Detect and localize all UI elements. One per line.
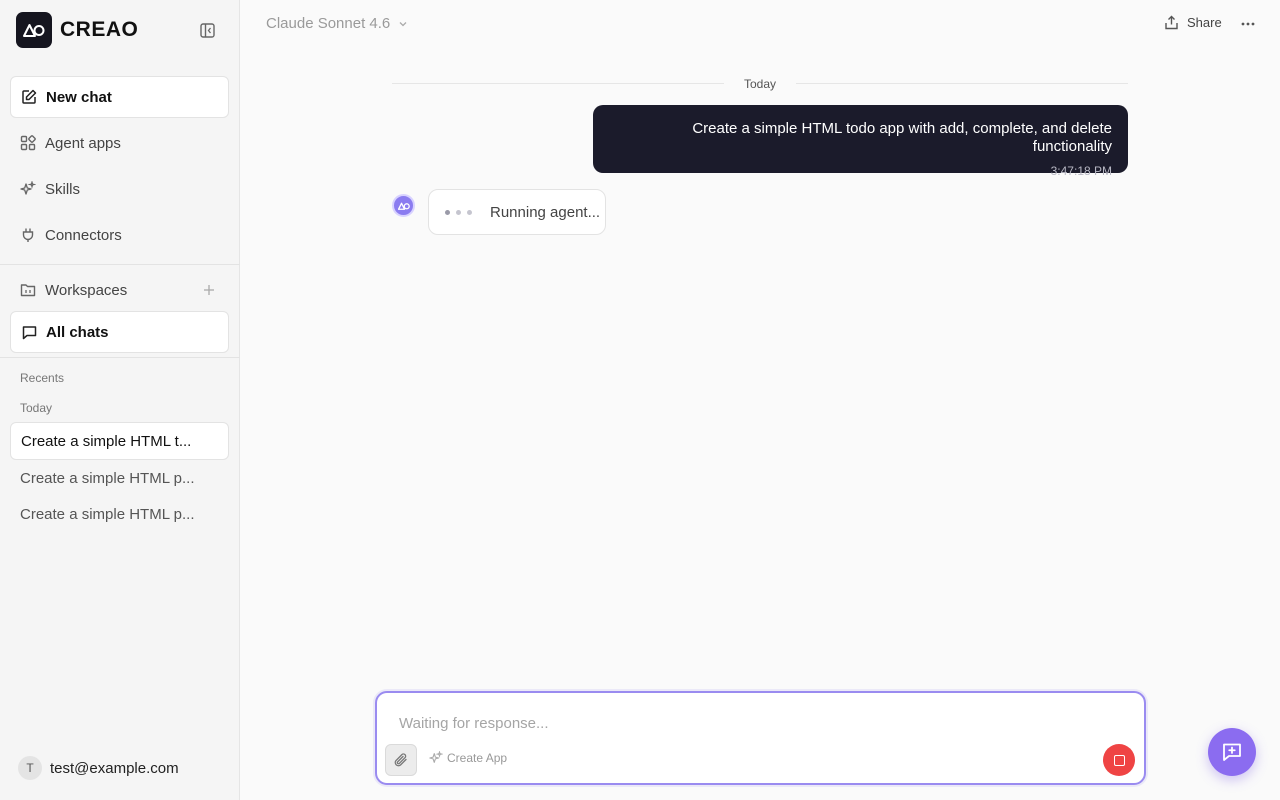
message-timestamp: 3:47:18 PM (1050, 164, 1112, 178)
stop-icon (1113, 754, 1125, 766)
user-message-text: Create a simple HTML todo app with add, … (692, 120, 1112, 155)
all-chats-button[interactable]: All chats (10, 311, 229, 353)
loading-dots-icon (445, 209, 478, 215)
agent-status-bubble: Running agent... (428, 189, 606, 235)
sidebar-item-skills[interactable]: Skills (10, 168, 229, 210)
sidebar-item-workspaces[interactable]: Workspaces (10, 269, 229, 311)
recents-heading: Recents (20, 371, 65, 385)
more-options-icon[interactable] (1240, 16, 1256, 32)
create-app-button[interactable]: Create App (429, 751, 507, 765)
sidebar-item-agent-apps[interactable]: Agent apps (10, 122, 229, 164)
model-name: Claude Sonnet 4.6 (266, 15, 391, 32)
collapse-sidebar-icon[interactable] (198, 21, 216, 39)
avatar: T (18, 756, 42, 780)
sidebar-divider (0, 264, 240, 265)
folder-icon (20, 282, 36, 298)
recent-chat-item[interactable]: Create a simple HTML p... (10, 495, 229, 533)
edit-icon (21, 89, 37, 105)
new-chat-button[interactable]: New chat (10, 76, 229, 118)
add-workspace-icon[interactable] (200, 281, 218, 299)
apps-icon (20, 135, 36, 151)
message-input[interactable] (399, 715, 1099, 732)
connectors-label: Connectors (45, 226, 122, 244)
today-heading: Today (20, 401, 53, 415)
share-button[interactable]: Share (1164, 15, 1222, 30)
chat-bubble-icon (21, 324, 37, 340)
sparkle-icon (20, 181, 36, 197)
brand[interactable]: CREAO (16, 12, 138, 48)
share-label: Share (1187, 15, 1222, 30)
new-chat-label: New chat (46, 88, 112, 106)
message-composer: Create App (375, 691, 1146, 785)
attach-button[interactable] (385, 744, 417, 776)
all-chats-label: All chats (46, 323, 109, 341)
share-icon (1164, 15, 1179, 30)
new-message-icon (1223, 743, 1241, 761)
date-separator-line (796, 83, 1128, 84)
agent-avatar-icon (392, 194, 415, 217)
skills-label: Skills (45, 180, 81, 198)
brand-name: CREAO (60, 18, 139, 41)
sidebar-item-connectors[interactable]: Connectors (10, 214, 229, 256)
create-app-label: Create App (447, 751, 508, 765)
model-selector[interactable]: Claude Sonnet 4.6 (266, 15, 408, 32)
date-separator-line (392, 83, 724, 84)
plug-icon (20, 227, 36, 243)
feedback-chat-button[interactable] (1208, 728, 1256, 776)
workspaces-label: Workspaces (45, 281, 128, 299)
sparkle-icon (429, 751, 443, 765)
user-account[interactable]: T test@example.com (18, 756, 179, 780)
recent-chat-item[interactable]: Create a simple HTML p... (10, 459, 229, 497)
chevron-down-icon (398, 19, 408, 29)
user-message: Create a simple HTML todo app with add, … (593, 105, 1128, 178)
date-separator: Today (743, 77, 777, 91)
logo-icon (16, 12, 52, 48)
agent-status-text: Running agent... (490, 203, 601, 221)
paperclip-icon (394, 753, 407, 767)
sidebar-divider (0, 357, 240, 358)
recent-chat-item[interactable]: Create a simple HTML t... (10, 422, 229, 460)
sidebar: CREAO New chat Agent apps Skills Connect… (0, 0, 240, 800)
stop-button[interactable] (1103, 744, 1135, 776)
agent-apps-label: Agent apps (45, 134, 121, 152)
user-email: test@example.com (50, 759, 179, 777)
